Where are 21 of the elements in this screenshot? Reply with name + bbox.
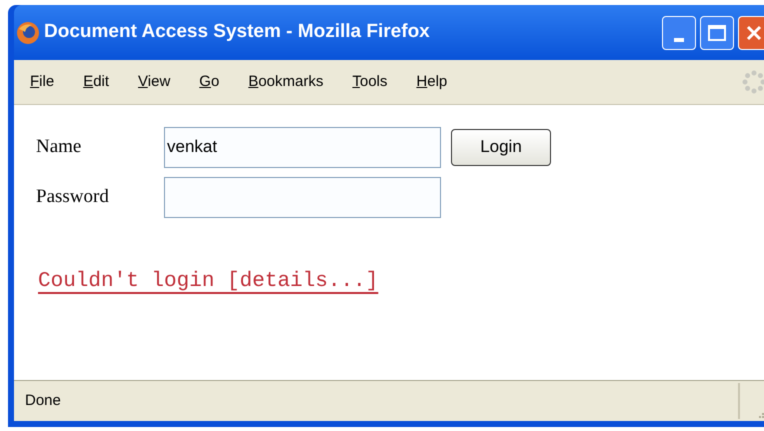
menu-item[interactable]: File <box>30 70 54 94</box>
menu-item[interactable]: Edit <box>83 70 110 94</box>
minimize-button[interactable] <box>662 16 696 50</box>
menu-item[interactable]: Go <box>199 70 220 94</box>
menu-item[interactable]: Bookmarks <box>248 70 324 94</box>
error-details-link[interactable]: Couldn't login [details...] <box>38 270 378 293</box>
close-button[interactable] <box>738 16 764 50</box>
menu-item[interactable]: View <box>138 70 170 94</box>
password-field[interactable] <box>164 176 441 218</box>
menu-item[interactable]: Help <box>416 70 448 94</box>
loading-throbber-icon <box>742 70 764 94</box>
menu-item[interactable]: Tools <box>352 70 388 94</box>
browser-logo-icon <box>16 20 40 44</box>
name-field[interactable]: venkat <box>164 126 441 168</box>
password-label: Password <box>36 184 110 209</box>
name-label: Name <box>36 134 82 159</box>
window-title: Document Access System - Mozilla Firefox <box>44 20 430 44</box>
close-icon <box>746 24 762 40</box>
login-button[interactable]: Login <box>451 128 551 166</box>
maximize-button[interactable] <box>700 16 734 50</box>
status-text: Done <box>24 390 62 411</box>
